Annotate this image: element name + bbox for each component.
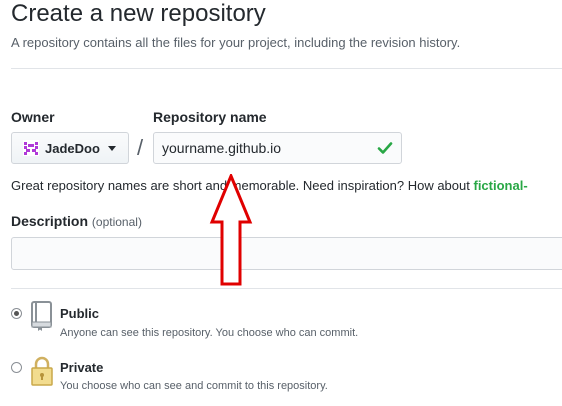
public-option-desc: Anyone can see this repository. You choo… <box>60 327 359 339</box>
chevron-down-icon <box>107 145 116 151</box>
annotation-arrow-icon <box>209 174 253 286</box>
owner-avatar-icon <box>23 140 39 156</box>
divider <box>11 288 562 289</box>
repo-name-label: Repository name <box>153 109 267 125</box>
lock-icon <box>31 356 53 386</box>
name-hint: Great repository names are short and mem… <box>11 178 528 193</box>
owner-repo-separator: / <box>137 135 144 160</box>
repo-book-icon <box>31 301 52 331</box>
check-icon <box>377 142 393 154</box>
private-option-desc: You choose who can see and commit to thi… <box>60 380 328 392</box>
divider <box>11 68 562 69</box>
description-label-text: Description <box>11 213 89 229</box>
owner-label: Owner <box>11 109 55 125</box>
public-option-title[interactable]: Public <box>60 306 99 321</box>
repository-name-input[interactable]: yourname.github.io <box>153 132 402 164</box>
public-radio[interactable] <box>11 308 22 319</box>
name-suggestion-link[interactable]: fictional- <box>473 178 527 193</box>
optional-tag: (optional) <box>91 215 142 229</box>
private-option-title[interactable]: Private <box>60 360 103 375</box>
description-label: Description (optional) <box>11 213 142 229</box>
page-subtitle: A repository contains all the files for … <box>11 35 461 50</box>
page-title: Create a new repository <box>11 0 266 27</box>
repository-name-value: yourname.github.io <box>162 140 282 156</box>
owner-name: JadeDoo <box>45 140 100 156</box>
description-input[interactable] <box>11 237 562 270</box>
private-radio[interactable] <box>11 362 22 373</box>
owner-select[interactable]: JadeDoo <box>11 132 129 164</box>
